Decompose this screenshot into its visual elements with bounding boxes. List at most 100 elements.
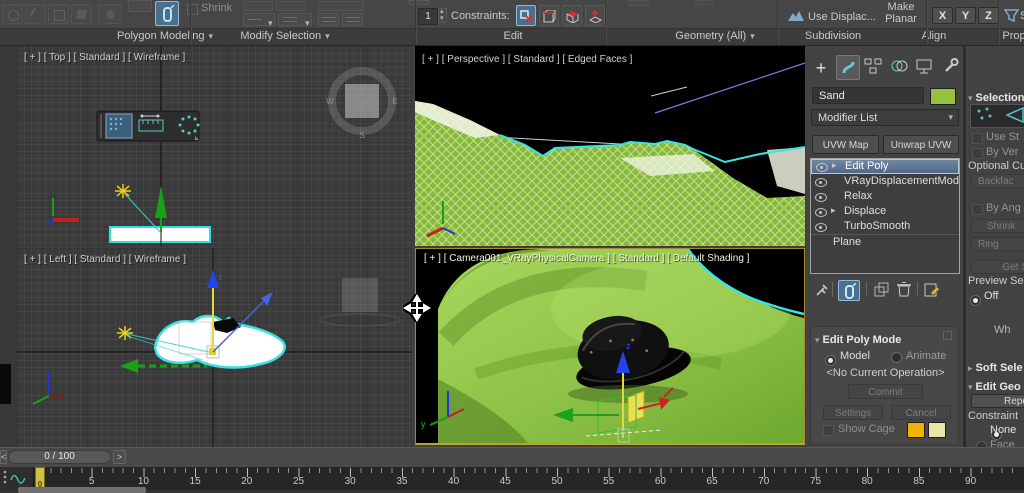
ring-button[interactable] bbox=[278, 13, 312, 26]
modifier-list-dropdown[interactable]: Modifier List ▾ bbox=[811, 109, 959, 126]
left-strip-handle[interactable] bbox=[0, 364, 11, 404]
viewcube-face-label[interactable]: TOP bbox=[354, 97, 370, 106]
toolbar-button[interactable] bbox=[128, 0, 152, 12]
iterations-spinner[interactable]: 1 bbox=[418, 8, 438, 25]
display-tab-icon[interactable] bbox=[916, 57, 938, 79]
tab-edit[interactable]: Edit bbox=[504, 30, 523, 42]
next-frame-button[interactable]: > bbox=[113, 450, 126, 464]
viewcube-letter-s[interactable]: S bbox=[359, 131, 364, 140]
element-mode-button[interactable] bbox=[98, 4, 122, 24]
visibility-eye-icon[interactable] bbox=[815, 223, 827, 232]
border-mode-button[interactable] bbox=[48, 4, 69, 24]
viewport-left[interactable]: z [ + ] [ Left ] [ Standard ] [ Wirefram… bbox=[17, 248, 412, 447]
align-x-button[interactable]: X bbox=[932, 7, 953, 24]
use-stack-checkbox[interactable] bbox=[972, 133, 983, 144]
model-label[interactable]: Model bbox=[840, 350, 870, 362]
align-y-button[interactable]: Y bbox=[955, 7, 976, 24]
toolbar-button[interactable] bbox=[318, 1, 364, 11]
polygon-mode-button[interactable] bbox=[71, 4, 92, 24]
viewcube-letter-w[interactable]: W bbox=[326, 97, 334, 106]
constraint-none-button[interactable] bbox=[516, 5, 536, 26]
ring-button[interactable]: Ring bbox=[971, 237, 1024, 251]
vertex-mode-button[interactable] bbox=[2, 4, 23, 24]
subobject-icon-row[interactable] bbox=[970, 104, 1024, 128]
toolbar-button[interactable] bbox=[628, 0, 650, 6]
edit-poly-mode-toggle[interactable] bbox=[155, 1, 179, 26]
stack-item-vraydisplacementmod[interactable]: VRayDisplacementMod bbox=[811, 174, 959, 189]
toolbar-button[interactable] bbox=[243, 1, 273, 11]
tab-properties[interactable]: Prop bbox=[1002, 30, 1024, 42]
stack-item-displace[interactable]: Displace bbox=[811, 204, 959, 219]
get-stack-selection-button[interactable]: Get S bbox=[971, 260, 1024, 274]
by-angle-checkbox[interactable] bbox=[972, 204, 983, 215]
tab-geometry-all[interactable]: Geometry (All) bbox=[675, 30, 754, 42]
properties-label[interactable]: S bbox=[1020, 10, 1024, 22]
constraint-face-button[interactable] bbox=[562, 5, 582, 26]
remove-modifier-icon[interactable] bbox=[896, 281, 912, 298]
make-planar-button[interactable]: Make Planar bbox=[878, 1, 924, 25]
stack-item-turbosmooth[interactable]: TurboSmooth bbox=[811, 219, 959, 234]
toolbar-button[interactable] bbox=[408, 0, 430, 5]
trackbar[interactable]: 051015202530354045505560657075808590 0 bbox=[0, 467, 1024, 490]
uvw-map-button[interactable]: UVW Map bbox=[812, 135, 879, 154]
cage-color-swatch-2[interactable] bbox=[928, 422, 946, 438]
use-displacement-label[interactable]: Use Displac... bbox=[808, 11, 876, 23]
time-slider[interactable]: 0 / 100 bbox=[8, 450, 111, 464]
shrink-button[interactable]: Shrink bbox=[971, 219, 1024, 233]
pin-stack-icon[interactable] bbox=[814, 282, 830, 298]
show-cage-checkbox[interactable] bbox=[823, 425, 834, 436]
constraint-edge-button[interactable] bbox=[539, 5, 559, 26]
backfacing-button[interactable]: Backfac bbox=[971, 174, 1024, 188]
edit-poly-mode-header[interactable]: Edit Poly Mode bbox=[815, 330, 901, 348]
cage-color-swatch-1[interactable] bbox=[907, 422, 925, 438]
viewport-camera[interactable]: z y [ + ] [ Camera001_VRayPhysicalCamera… bbox=[415, 248, 805, 445]
tab-modify-selection[interactable]: Modify Selection bbox=[240, 30, 329, 42]
object-name-field[interactable]: Sand bbox=[812, 87, 924, 104]
visibility-eye-icon[interactable] bbox=[816, 163, 828, 172]
viewport-top[interactable]: E W S TOP [ + ] [ Top ] [ Standard ] [ W… bbox=[17, 46, 412, 246]
utilities-tab-icon[interactable] bbox=[942, 57, 962, 79]
viewcube-letter-e[interactable]: E bbox=[392, 97, 397, 106]
stack-item-edit-poly[interactable]: Edit Poly bbox=[811, 159, 959, 174]
frame-marker[interactable]: 0 bbox=[35, 467, 45, 488]
toolbar-button[interactable] bbox=[695, 0, 713, 5]
viewport-left-label[interactable]: [ + ] [ Left ] [ Standard ] [ Wireframe … bbox=[24, 254, 186, 265]
modify-tab-icon[interactable] bbox=[836, 55, 860, 80]
settings-button[interactable]: Settings bbox=[823, 405, 883, 420]
configure-modifier-sets-icon[interactable] bbox=[924, 282, 941, 298]
viewport-top-label[interactable]: [ + ] [ Top ] [ Standard ] [ Wireframe ] bbox=[24, 52, 185, 63]
make-unique-icon[interactable] bbox=[874, 282, 890, 298]
animate-radio[interactable] bbox=[891, 352, 902, 363]
viewport-perspective[interactable]: [ + ] [ Perspective ] [ Standard ] [ Edg… bbox=[415, 46, 805, 246]
toolbar-button[interactable] bbox=[276, 1, 306, 11]
cancel-button[interactable]: Cancel bbox=[891, 405, 951, 420]
repeat-last-button[interactable]: Repeat Last bbox=[971, 394, 1024, 408]
tab-polygon-modeling[interactable]: Polygon Modeling bbox=[117, 30, 213, 42]
model-radio[interactable] bbox=[825, 355, 836, 366]
rollout-pin-icon[interactable] bbox=[943, 331, 952, 340]
animate-label[interactable]: Animate bbox=[906, 350, 946, 362]
show-end-result-button[interactable] bbox=[838, 280, 860, 301]
commit-button[interactable]: Commit bbox=[848, 384, 923, 399]
visibility-eye-icon[interactable] bbox=[815, 193, 827, 202]
edit-geometry-rollout-header[interactable]: Edit Geo bbox=[968, 377, 1021, 395]
by-vertex-checkbox[interactable] bbox=[972, 148, 983, 159]
unwrap-uvw-button[interactable]: Unwrap UVW bbox=[883, 135, 959, 154]
motion-tab-icon[interactable] bbox=[890, 57, 912, 79]
prev-frame-button[interactable]: < bbox=[0, 450, 7, 464]
loop-button[interactable] bbox=[243, 13, 275, 26]
visibility-eye-icon[interactable] bbox=[815, 208, 827, 217]
expand-arrow-icon[interactable] bbox=[831, 203, 836, 218]
stack-item-relax[interactable]: Relax bbox=[811, 189, 959, 204]
constraint-normal-button[interactable] bbox=[585, 5, 605, 26]
toolbar-button[interactable] bbox=[318, 13, 339, 26]
visibility-eye-icon[interactable] bbox=[815, 178, 827, 187]
preview-off-radio[interactable] bbox=[970, 295, 981, 306]
create-tab-icon[interactable]: + bbox=[810, 57, 832, 79]
expand-arrow-icon[interactable] bbox=[832, 159, 837, 172]
spinner-arrows[interactable]: ▴ ▾ bbox=[438, 8, 447, 23]
toolbar-button[interactable] bbox=[342, 13, 363, 26]
edge-mode-button[interactable] bbox=[25, 4, 46, 24]
tab-subdivision[interactable]: Subdivision bbox=[805, 30, 861, 42]
align-z-button[interactable]: Z bbox=[978, 7, 999, 24]
